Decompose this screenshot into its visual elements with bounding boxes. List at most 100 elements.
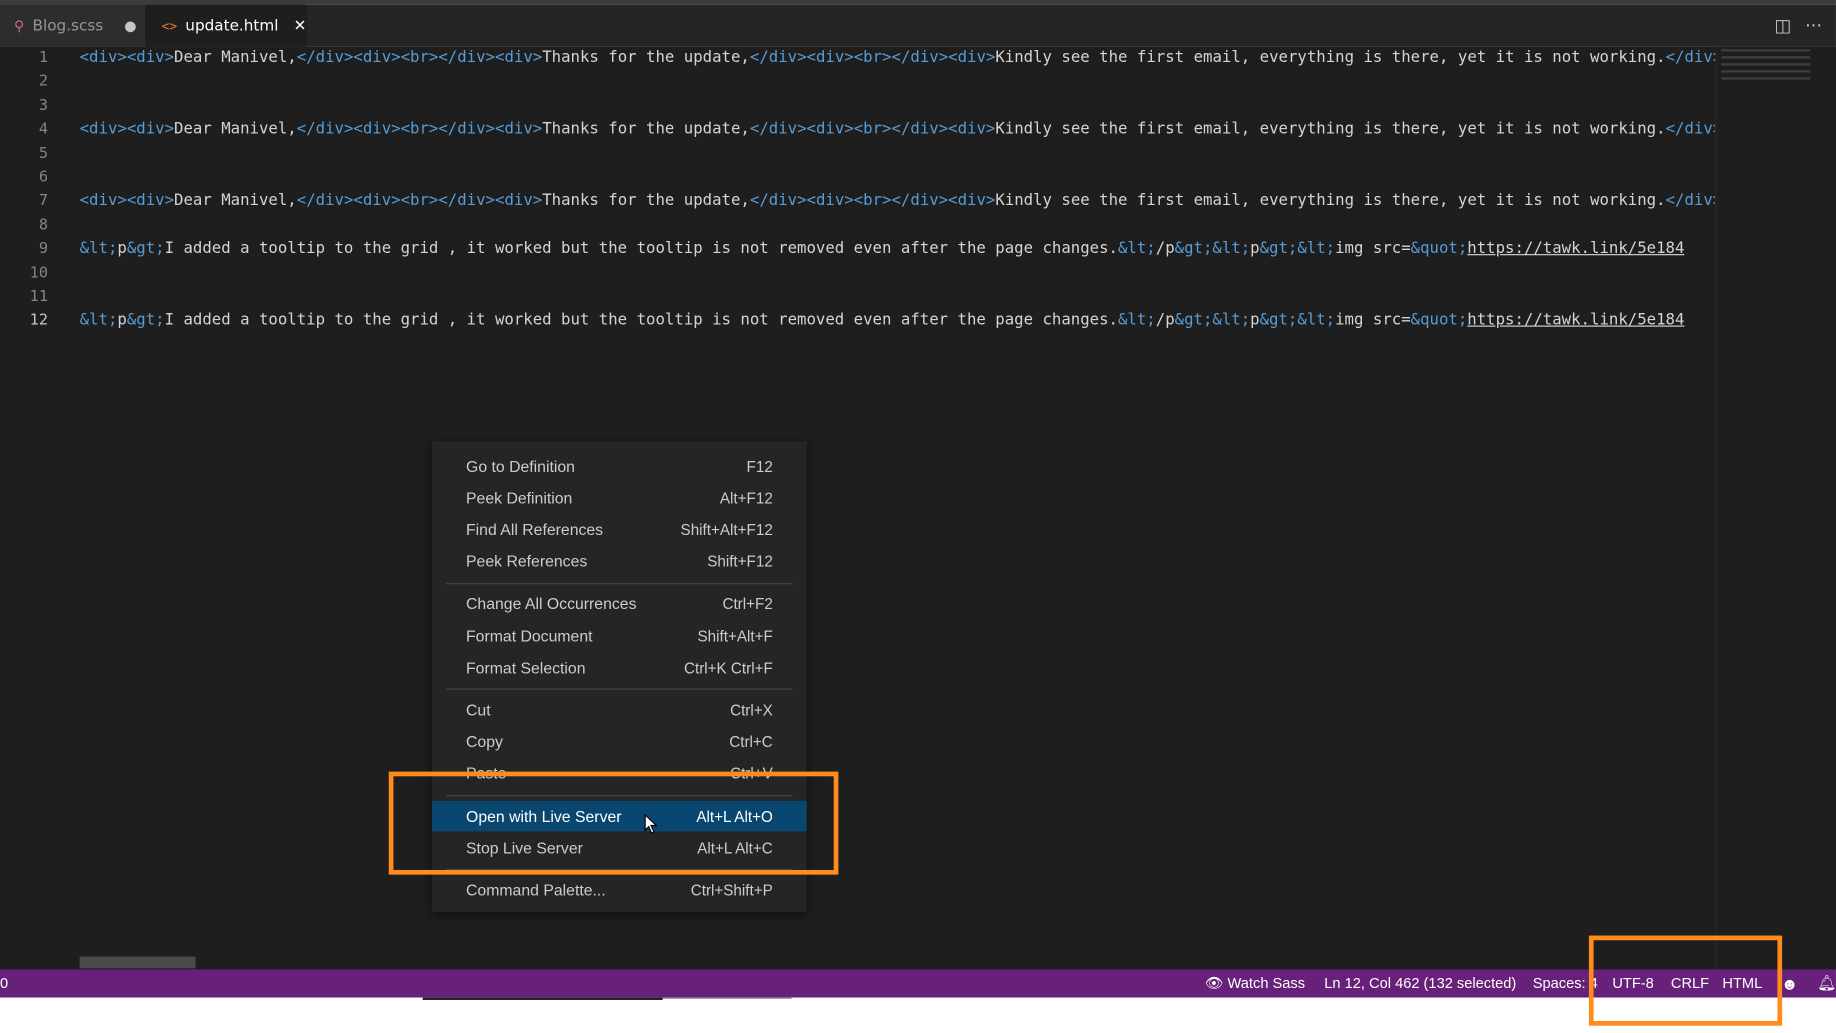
menu-item-command-palette[interactable]: Command Palette... Ctrl+Shift+P	[432, 875, 807, 905]
menu-item-peek-references[interactable]: Peek References Shift+F12	[432, 546, 807, 576]
html-tag: </div>	[296, 49, 354, 67]
line-number[interactable]: 3	[0, 95, 56, 119]
code-line[interactable]: &lt;p&gt;I added a tooltip to the grid ,…	[80, 309, 1716, 333]
menu-item-peek-definition[interactable]: Peek Definition Alt+F12	[432, 483, 807, 513]
html-tag: <div>	[806, 120, 854, 139]
more-actions-icon[interactable]: ···	[1805, 15, 1822, 36]
text-token: img src=	[1335, 240, 1411, 258]
html-tag: <div>	[79, 192, 127, 210]
line-number[interactable]: 8	[0, 214, 56, 238]
code-area[interactable]: <div><div>Dear Manivel,</div><div><br></…	[80, 47, 1716, 334]
smiley-icon[interactable]: ☻	[1781, 970, 1798, 998]
code-line[interactable]: <div><div>Dear Manivel,</div><div><br></…	[80, 118, 1716, 142]
code-line[interactable]: <div><div>Dear Manivel,</div><div><br></…	[80, 47, 1716, 71]
html-tag: <div>	[494, 192, 543, 210]
html-tag: <br>	[400, 49, 439, 67]
text-token: Dear Manivel,	[174, 120, 297, 139]
menu-item-find-all-references[interactable]: Find All References Shift+Alt+F12	[432, 514, 807, 544]
text-token: Dear Manivel,	[174, 192, 297, 210]
code-line[interactable]: <div><div>Dear Manivel,</div><div><br></…	[80, 190, 1716, 214]
line-number[interactable]: 7	[0, 190, 56, 214]
line-number[interactable]: 12	[0, 309, 56, 333]
html-entity: &lt;	[1297, 311, 1336, 330]
status-problems-count[interactable]: 0	[0, 970, 8, 998]
html-entity: &lt;	[1212, 311, 1251, 330]
line-number[interactable]: 4	[0, 118, 56, 142]
html-tag: <div>	[806, 192, 854, 210]
menu-item-cut[interactable]: Cut Ctrl+X	[432, 695, 807, 725]
html-entity: &lt;	[1212, 240, 1251, 258]
text-token: I added a tooltip to the grid , it worke…	[164, 240, 1118, 258]
bell-icon[interactable]: 🔔︎	[1817, 970, 1836, 998]
split-editor-icon[interactable]: ◫	[1774, 15, 1791, 36]
menu-item-shortcut: Ctrl+Shift+P	[690, 881, 773, 900]
line-number[interactable]: 1	[0, 47, 56, 71]
status-bar: 0 👁 Watch Sass Ln 12, Col 462 (132 selec…	[0, 969, 1836, 998]
watch-sass-button[interactable]: 👁 Watch Sass	[1205, 970, 1305, 998]
html-tag: <div>	[948, 120, 996, 139]
line-number-gutter: 1 2 3 4 5 6 7 8 9 10 11 12	[0, 47, 56, 334]
code-line[interactable]	[80, 166, 1716, 190]
html-entity: &gt;	[1259, 311, 1298, 330]
line-number[interactable]: 2	[0, 71, 56, 95]
minimap-line	[1721, 77, 1811, 80]
html-entity: &lt;	[79, 240, 118, 258]
menu-item-format-selection[interactable]: Format Selection Ctrl+K Ctrl+F	[432, 652, 807, 682]
code-line[interactable]	[80, 71, 1716, 95]
menu-item-copy[interactable]: Copy Ctrl+C	[432, 727, 807, 757]
menu-item-go-to-definition[interactable]: Go to Definition F12	[432, 451, 807, 481]
menu-item-label: Peek References	[466, 552, 588, 571]
menu-item-change-all-occurrences[interactable]: Change All Occurrences Ctrl+F2	[432, 589, 807, 619]
code-editor[interactable]: 1 2 3 4 5 6 7 8 9 10 11 12 <div><div>Dear Manivel,<…	[0, 46, 1836, 970]
html-tag: <div>	[494, 120, 543, 139]
minimap[interactable]	[1715, 46, 1836, 970]
line-number[interactable]: 9	[0, 238, 56, 262]
html-tag: <div>	[353, 192, 401, 210]
code-line[interactable]	[80, 95, 1716, 119]
line-number[interactable]: 11	[0, 286, 56, 310]
url-link[interactable]: https://tawk.link/5e184	[1467, 312, 1684, 330]
text-token: I added a tooltip to the grid , it worke…	[164, 311, 1118, 330]
tab-update-html[interactable]: <> update.html ✕	[145, 4, 307, 47]
eye-icon: 👁	[1204, 975, 1224, 992]
line-number[interactable]: 10	[0, 262, 56, 286]
html-tag: </div>	[296, 192, 354, 210]
html-tag: </div>	[438, 120, 495, 139]
menu-item-shortcut: F12	[746, 457, 773, 475]
text-token: /p	[1155, 240, 1175, 258]
menu-item-label: Cut	[466, 701, 491, 719]
code-line[interactable]	[80, 262, 1716, 286]
text-token: Kindly see the first email, everything i…	[995, 192, 1666, 210]
menu-item-format-document[interactable]: Format Document Shift+Alt+F	[432, 621, 807, 651]
line-number[interactable]: 5	[0, 142, 56, 166]
text-token: /p	[1155, 311, 1175, 330]
menu-item-shortcut: Shift+Alt+F12	[680, 520, 773, 539]
editor-tab-bar: ⚲ Blog.scss ● <> update.html ✕ ◫ ···	[0, 4, 1836, 47]
menu-item-shortcut: Shift+Alt+F	[697, 627, 773, 645]
line-number[interactable]: 6	[0, 166, 56, 190]
code-line[interactable]: &lt;p&gt;I added a tooltip to the grid ,…	[80, 238, 1716, 262]
html-entity: &gt;	[126, 311, 165, 330]
sass-file-icon: ⚲	[14, 17, 25, 34]
menu-item-shortcut: Shift+F12	[707, 552, 773, 571]
close-icon[interactable]: ✕	[294, 17, 307, 35]
horizontal-scrollbar[interactable]	[79, 956, 196, 969]
code-line[interactable]	[80, 142, 1716, 166]
code-line[interactable]	[80, 286, 1716, 310]
menu-item-shortcut: Alt+F12	[719, 489, 773, 507]
tab-blog-scss[interactable]: ⚲ Blog.scss ●	[0, 4, 146, 47]
html-entity: &lt;	[1117, 240, 1156, 258]
html-tag: <div>	[806, 49, 854, 67]
minimap-line	[1721, 56, 1811, 59]
html-tag: <div>	[353, 49, 401, 67]
url-link[interactable]: https://tawk.link/5e184	[1467, 240, 1684, 258]
html-entity: &lt;	[1297, 240, 1336, 258]
cursor-position[interactable]: Ln 12, Col 462 (132 selected)	[1324, 970, 1516, 998]
text-token: Dear Manivel,	[174, 49, 297, 67]
code-line[interactable]	[80, 214, 1716, 238]
html-tag: <div>	[948, 192, 996, 210]
unsaved-dot-icon[interactable]: ●	[124, 18, 136, 34]
html-tag: <div>	[126, 120, 175, 139]
html-tag: <div>	[79, 120, 127, 139]
html-tag: <br>	[853, 192, 892, 210]
